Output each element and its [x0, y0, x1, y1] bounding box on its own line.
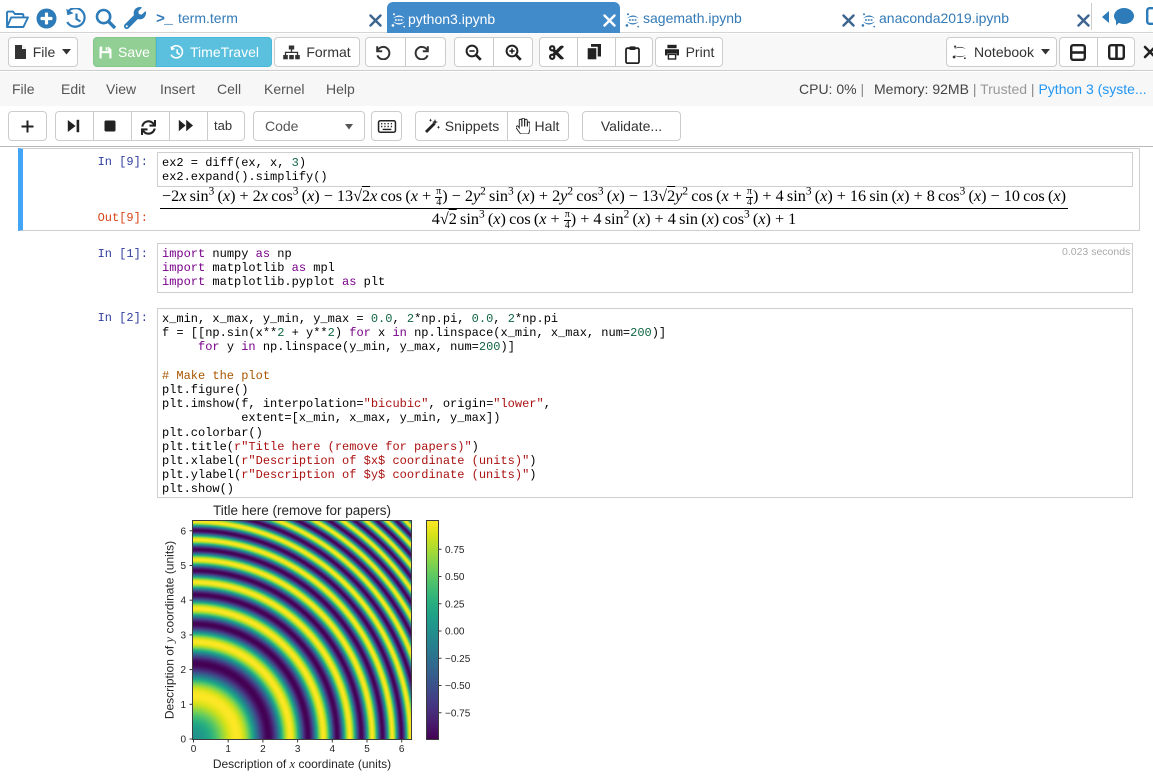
svg-text:0.75: 0.75 [445, 545, 465, 556]
svg-text:6: 6 [399, 744, 405, 755]
svg-text:2: 2 [180, 665, 186, 676]
svg-text:2: 2 [260, 744, 266, 755]
svg-text:0: 0 [180, 735, 186, 746]
svg-text:5: 5 [180, 561, 186, 572]
svg-text:6: 6 [180, 526, 186, 537]
svg-text:−0.25: −0.25 [445, 654, 471, 665]
svg-text:0.25: 0.25 [445, 599, 465, 610]
svg-text:0: 0 [191, 744, 197, 755]
svg-text:3: 3 [295, 744, 301, 755]
svg-text:3: 3 [180, 630, 186, 641]
svg-text:Description of y coordinate (u: Description of y coordinate (units) [163, 541, 177, 719]
svg-text:0.50: 0.50 [445, 572, 465, 583]
svg-text:1: 1 [225, 744, 231, 755]
svg-text:−0.50: −0.50 [445, 681, 471, 692]
svg-text:4: 4 [180, 596, 186, 607]
svg-text:5: 5 [364, 744, 370, 755]
svg-text:Description of x coordinate (u: Description of x coordinate (units) [213, 757, 391, 771]
svg-text:4: 4 [330, 744, 336, 755]
svg-text:0.00: 0.00 [445, 627, 465, 638]
svg-text:−0.75: −0.75 [445, 708, 471, 719]
svg-text:1: 1 [180, 700, 186, 711]
